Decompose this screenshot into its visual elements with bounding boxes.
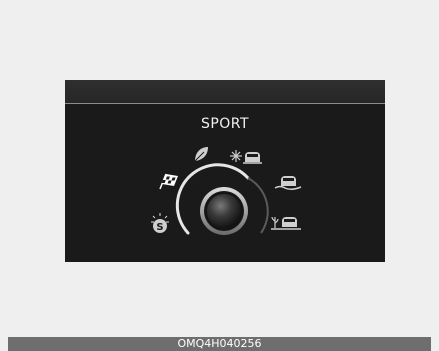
drive-mode-display: S SPORT (65, 80, 385, 262)
svg-text:S: S (156, 222, 163, 233)
figure-caption-bar: OMQ4H040256 (8, 337, 431, 351)
dial-arc-faint (247, 177, 269, 234)
sand-car-icon (271, 216, 301, 230)
checkered-flag-icon (159, 173, 178, 190)
drive-mode-dial: S (151, 147, 302, 235)
leaf-icon (194, 147, 208, 162)
figure-code: OMQ4H040256 (177, 337, 262, 350)
manual-page: S SPORT OMQ4H040256 (0, 0, 439, 351)
snowflake-car-icon (230, 150, 262, 164)
mud-car-icon (274, 176, 302, 191)
drive-mode-knob[interactable] (200, 187, 248, 235)
drive-mode-title: SPORT (200, 116, 250, 132)
smart-mode-icon: S (151, 213, 169, 233)
